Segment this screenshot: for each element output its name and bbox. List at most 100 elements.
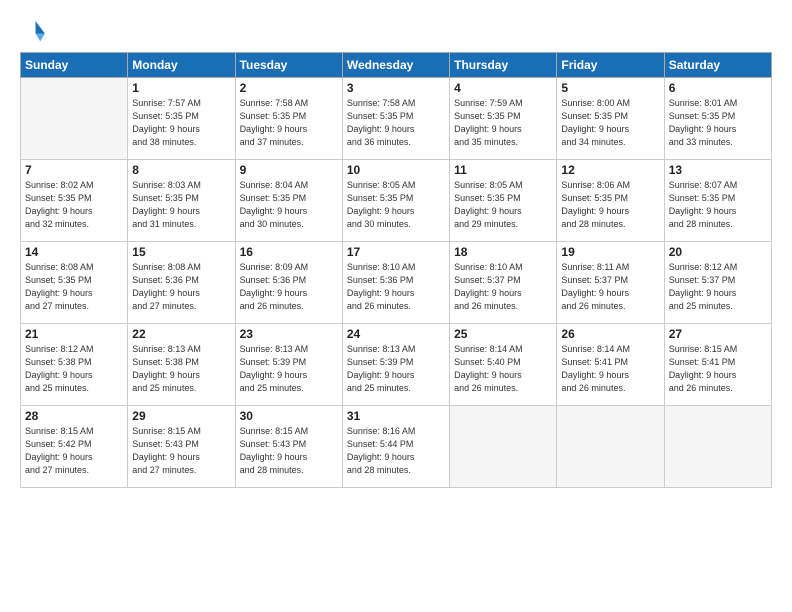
calendar-cell: 20Sunrise: 8:12 AMSunset: 5:37 PMDayligh… <box>664 242 771 324</box>
day-number: 10 <box>347 163 445 177</box>
day-number: 4 <box>454 81 552 95</box>
day-info: Sunrise: 8:14 AMSunset: 5:41 PMDaylight:… <box>561 343 659 395</box>
day-number: 12 <box>561 163 659 177</box>
calendar-cell: 10 Sunrise: 8:05 AMSunset: 5:35 PMDayligh… <box>342 160 449 242</box>
day-info: Sunrise: 8:03 AMSunset: 5:35 PMDaylight:… <box>132 179 230 231</box>
day-info: Sunrise: 8:15 AMSunset: 5:42 PMDaylight:… <box>25 425 123 477</box>
weekday-header-sunday: Sunday <box>21 53 128 78</box>
weekday-header-saturday: Saturday <box>664 53 771 78</box>
calendar-cell <box>664 406 771 488</box>
calendar-cell: 11 Sunrise: 8:05 AMSunset: 5:35 PMDayligh… <box>450 160 557 242</box>
calendar-cell: 19 Sunrise: 8:11 AMSunset: 5:37 PMDayligh… <box>557 242 664 324</box>
day-number: 6 <box>669 81 767 95</box>
calendar-cell: 3Sunrise: 7:58 AMSunset: 5:35 PMDaylight… <box>342 78 449 160</box>
calendar-cell: 28 Sunrise: 8:15 AMSunset: 5:42 PMDayligh… <box>21 406 128 488</box>
day-number: 22 <box>132 327 230 341</box>
day-number: 7 <box>25 163 123 177</box>
calendar-cell: 5 Sunrise: 8:00 AMSunset: 5:35 PMDaylight… <box>557 78 664 160</box>
calendar-cell <box>557 406 664 488</box>
calendar-cell: 16 Sunrise: 8:09 AMSunset: 5:36 PMDayligh… <box>235 242 342 324</box>
calendar-cell: 24Sunrise: 8:13 AMSunset: 5:39 PMDayligh… <box>342 324 449 406</box>
day-info: Sunrise: 8:05 AMSunset: 5:35 PMDaylight:… <box>454 179 552 231</box>
week-row-4: 21 Sunrise: 8:12 AMSunset: 5:38 PMDayligh… <box>21 324 772 406</box>
day-info: Sunrise: 8:08 AMSunset: 5:35 PMDaylight:… <box>25 261 123 313</box>
calendar-cell: 6 Sunrise: 8:01 AMSunset: 5:35 PMDaylight… <box>664 78 771 160</box>
day-number: 26 <box>561 327 659 341</box>
day-info: Sunrise: 8:15 AMSunset: 5:41 PMDaylight:… <box>669 343 767 395</box>
day-number: 23 <box>240 327 338 341</box>
calendar-cell: 27 Sunrise: 8:15 AMSunset: 5:41 PMDayligh… <box>664 324 771 406</box>
calendar-cell: 31Sunrise: 8:16 AMSunset: 5:44 PMDayligh… <box>342 406 449 488</box>
day-number: 15 <box>132 245 230 259</box>
day-info: Sunrise: 8:15 AMSunset: 5:43 PMDaylight:… <box>240 425 338 477</box>
day-info: Sunrise: 8:05 AMSunset: 5:35 PMDaylight:… <box>347 179 445 231</box>
day-info: Sunrise: 8:10 AMSunset: 5:37 PMDaylight:… <box>454 261 552 313</box>
weekday-header-monday: Monday <box>128 53 235 78</box>
day-info: Sunrise: 8:04 AMSunset: 5:35 PMDaylight:… <box>240 179 338 231</box>
day-number: 14 <box>25 245 123 259</box>
day-info: Sunrise: 8:00 AMSunset: 5:35 PMDaylight:… <box>561 97 659 149</box>
calendar-cell: 17 Sunrise: 8:10 AMSunset: 5:36 PMDayligh… <box>342 242 449 324</box>
calendar-cell: 14 Sunrise: 8:08 AMSunset: 5:35 PMDayligh… <box>21 242 128 324</box>
day-info: Sunrise: 8:01 AMSunset: 5:35 PMDaylight:… <box>669 97 767 149</box>
weekday-header-wednesday: Wednesday <box>342 53 449 78</box>
day-info: Sunrise: 7:58 AMSunset: 5:35 PMDaylight:… <box>347 97 445 149</box>
weekday-header-friday: Friday <box>557 53 664 78</box>
day-info: Sunrise: 8:07 AMSunset: 5:35 PMDaylight:… <box>669 179 767 231</box>
day-number: 19 <box>561 245 659 259</box>
calendar-cell: 30 Sunrise: 8:15 AMSunset: 5:43 PMDayligh… <box>235 406 342 488</box>
calendar-cell: 25 Sunrise: 8:14 AMSunset: 5:40 PMDayligh… <box>450 324 557 406</box>
day-number: 1 <box>132 81 230 95</box>
calendar-cell: 4 Sunrise: 7:59 AMSunset: 5:35 PMDaylight… <box>450 78 557 160</box>
calendar-cell <box>450 406 557 488</box>
calendar-cell: 26 Sunrise: 8:14 AMSunset: 5:41 PMDayligh… <box>557 324 664 406</box>
calendar-cell: 9 Sunrise: 8:04 AMSunset: 5:35 PMDaylight… <box>235 160 342 242</box>
day-number: 5 <box>561 81 659 95</box>
day-number: 25 <box>454 327 552 341</box>
day-info: Sunrise: 7:59 AMSunset: 5:35 PMDaylight:… <box>454 97 552 149</box>
day-number: 11 <box>454 163 552 177</box>
calendar-table: SundayMondayTuesdayWednesdayThursdayFrid… <box>20 52 772 488</box>
day-info: Sunrise: 8:11 AMSunset: 5:37 PMDaylight:… <box>561 261 659 313</box>
day-number: 9 <box>240 163 338 177</box>
day-info: Sunrise: 8:06 AMSunset: 5:35 PMDaylight:… <box>561 179 659 231</box>
header <box>20 18 772 46</box>
day-number: 31 <box>347 409 445 423</box>
day-info: Sunrise: 8:13 AMSunset: 5:39 PMDaylight:… <box>240 343 338 395</box>
calendar-cell: 7 Sunrise: 8:02 AMSunset: 5:35 PMDaylight… <box>21 160 128 242</box>
day-number: 16 <box>240 245 338 259</box>
weekday-header-thursday: Thursday <box>450 53 557 78</box>
day-number: 18 <box>454 245 552 259</box>
logo <box>20 18 52 46</box>
day-number: 28 <box>25 409 123 423</box>
day-number: 30 <box>240 409 338 423</box>
calendar-cell: 29Sunrise: 8:15 AMSunset: 5:43 PMDayligh… <box>128 406 235 488</box>
day-number: 13 <box>669 163 767 177</box>
day-info: Sunrise: 7:58 AMSunset: 5:35 PMDaylight:… <box>240 97 338 149</box>
day-number: 2 <box>240 81 338 95</box>
day-number: 8 <box>132 163 230 177</box>
calendar-cell: 1Sunrise: 7:57 AMSunset: 5:35 PMDaylight… <box>128 78 235 160</box>
weekday-header-row: SundayMondayTuesdayWednesdayThursdayFrid… <box>21 53 772 78</box>
calendar-cell: 2 Sunrise: 7:58 AMSunset: 5:35 PMDaylight… <box>235 78 342 160</box>
day-info: Sunrise: 8:09 AMSunset: 5:36 PMDaylight:… <box>240 261 338 313</box>
day-info: Sunrise: 8:13 AMSunset: 5:39 PMDaylight:… <box>347 343 445 395</box>
calendar-cell: 8 Sunrise: 8:03 AMSunset: 5:35 PMDaylight… <box>128 160 235 242</box>
weekday-header-tuesday: Tuesday <box>235 53 342 78</box>
day-info: Sunrise: 8:14 AMSunset: 5:40 PMDaylight:… <box>454 343 552 395</box>
day-number: 17 <box>347 245 445 259</box>
week-row-3: 14 Sunrise: 8:08 AMSunset: 5:35 PMDayligh… <box>21 242 772 324</box>
day-number: 29 <box>132 409 230 423</box>
day-number: 20 <box>669 245 767 259</box>
day-info: Sunrise: 8:12 AMSunset: 5:38 PMDaylight:… <box>25 343 123 395</box>
calendar-cell: 15Sunrise: 8:08 AMSunset: 5:36 PMDayligh… <box>128 242 235 324</box>
day-number: 21 <box>25 327 123 341</box>
day-info: Sunrise: 8:10 AMSunset: 5:36 PMDaylight:… <box>347 261 445 313</box>
page: SundayMondayTuesdayWednesdayThursdayFrid… <box>0 0 792 500</box>
day-info: Sunrise: 8:13 AMSunset: 5:38 PMDaylight:… <box>132 343 230 395</box>
logo-icon <box>20 18 48 46</box>
calendar-cell <box>21 78 128 160</box>
day-number: 27 <box>669 327 767 341</box>
day-info: Sunrise: 8:02 AMSunset: 5:35 PMDaylight:… <box>25 179 123 231</box>
calendar-cell: 13 Sunrise: 8:07 AMSunset: 5:35 PMDayligh… <box>664 160 771 242</box>
